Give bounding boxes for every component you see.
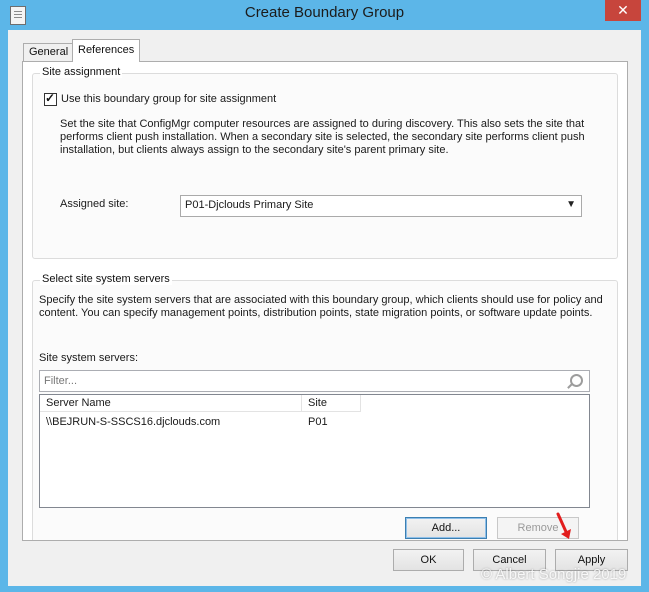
- window-title: Create Boundary Group: [244, 4, 405, 21]
- site-assignment-desc-line-1: Set the site that ConfigMgr computer res…: [60, 118, 585, 130]
- site-system-servers-title: Select site system servers: [40, 273, 172, 285]
- chevron-down-icon[interactable]: ▼: [566, 199, 576, 210]
- site-assignment-group: Site assignment Use this boundary group …: [32, 66, 618, 259]
- apply-button-label[interactable]: Apply: [578, 554, 606, 566]
- tab-general[interactable]: General: [23, 43, 75, 62]
- assigned-site-label: Assigned site:: [60, 198, 129, 210]
- watermark: © Albert Songjie 2019: [481, 566, 627, 583]
- site-assignment-desc-line-2: performs client push installation. When …: [60, 131, 585, 143]
- servers-list-label: Site system servers:: [39, 352, 139, 364]
- close-icon[interactable]: ✕: [617, 2, 629, 18]
- dialog-body: General References Site assignment Use t…: [8, 30, 641, 586]
- site-assignment-title: Site assignment: [40, 66, 123, 78]
- close-button[interactable]: ✕: [605, 0, 641, 21]
- ok-button-label[interactable]: OK: [421, 554, 437, 566]
- site-assignment-checkbox-label[interactable]: Use this boundary group for site assignm…: [61, 93, 276, 106]
- title-bar: Create Boundary Group ✕: [0, 0, 649, 30]
- filter-placeholder: Filter...: [44, 375, 78, 387]
- row-site: P01: [308, 416, 328, 428]
- add-button-label[interactable]: Add...: [432, 522, 461, 534]
- filter-input[interactable]: Filter...: [39, 370, 590, 392]
- tab-references[interactable]: References: [72, 39, 141, 62]
- site-assignment-checkbox[interactable]: [44, 91, 57, 106]
- column-header-server-name[interactable]: Server Name: [40, 395, 302, 412]
- table-row[interactable]: \\BEJRUN-S-SSCS16.djclouds.com P01: [40, 414, 589, 430]
- site-system-servers-group: Select site system servers Specify the s…: [32, 273, 618, 540]
- site-assignment-desc-line-3: installation, but clients always assign …: [60, 144, 449, 156]
- servers-list[interactable]: Server Name Site \\BEJRUN-S-SSCS16.djclo…: [39, 394, 590, 508]
- row-server-name: \\BEJRUN-S-SSCS16.djclouds.com: [46, 416, 221, 428]
- remove-button-label: Remove: [517, 522, 559, 534]
- cancel-button-label[interactable]: Cancel: [492, 554, 526, 566]
- tab-panel-references: Site assignment Use this boundary group …: [22, 61, 628, 541]
- column-header-site[interactable]: Site: [302, 395, 361, 412]
- search-icon[interactable]: [570, 374, 583, 387]
- red-arrow-annotation: [556, 512, 571, 539]
- assigned-site-value: P01-Djclouds Primary Site: [185, 199, 314, 211]
- add-button[interactable]: Add...: [405, 517, 487, 539]
- servers-desc-line-2: content. You can specify management poin…: [39, 307, 593, 319]
- assigned-site-dropdown[interactable]: P01-Djclouds Primary Site ▼: [180, 195, 582, 217]
- ok-button[interactable]: OK: [393, 549, 464, 571]
- servers-desc-line-1: Specify the site system servers that are…: [39, 294, 603, 306]
